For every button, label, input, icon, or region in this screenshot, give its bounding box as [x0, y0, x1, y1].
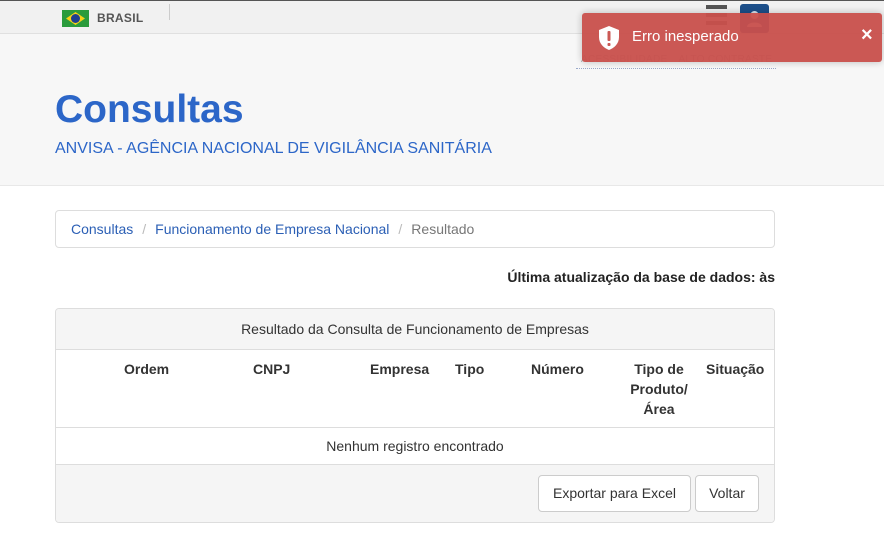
last-update-text: Última atualização da base de dados: às — [507, 269, 775, 285]
result-panel: Resultado da Consulta de Funcionamento d… — [55, 308, 775, 523]
column-header-tipo[interactable]: Tipo — [455, 359, 484, 379]
export-excel-button[interactable]: Exportar para Excel — [538, 475, 691, 512]
breadcrumb-link-funcionamento[interactable]: Funcionamento de Empresa Nacional — [155, 221, 389, 237]
column-header-tipo-produto[interactable]: Tipo de Produto/ Área — [624, 359, 694, 419]
page-title[interactable]: Consultas — [55, 88, 244, 132]
breadcrumb: Consultas / Funcionamento de Empresa Nacio… — [55, 210, 775, 248]
shield-exclamation-icon — [597, 25, 621, 51]
panel-title: Resultado da Consulta de Funcionamento d… — [56, 309, 774, 350]
column-header-line: Tipo de — [634, 361, 684, 377]
close-icon[interactable]: × — [861, 23, 873, 47]
panel-footer: Exportar para Excel Voltar — [56, 465, 774, 522]
column-header-empresa[interactable]: Empresa — [370, 359, 429, 379]
column-header-numero[interactable]: Número — [531, 359, 584, 379]
error-toast: Erro inesperado × — [582, 13, 882, 62]
column-header-ordem[interactable]: Ordem — [124, 359, 169, 379]
toast-message: Erro inesperado — [632, 28, 739, 45]
empty-table-message: Nenhum registro encontrado — [56, 428, 774, 465]
country-label[interactable]: BRASIL — [97, 11, 143, 25]
page-subtitle: ANVISA - AGÊNCIA NACIONAL DE VIGILÂNCIA … — [55, 140, 492, 157]
column-header-cnpj[interactable]: CNPJ — [253, 359, 290, 379]
breadcrumb-separator: / — [142, 221, 147, 237]
brazil-flag-icon — [62, 10, 89, 27]
divider — [169, 4, 170, 20]
column-header-line: Produto/ — [630, 381, 688, 397]
column-header-situacao[interactable]: Situação — [706, 359, 764, 379]
breadcrumb-current: Resultado — [411, 221, 475, 237]
breadcrumb-link-consultas[interactable]: Consultas — [71, 221, 133, 237]
back-button[interactable]: Voltar — [695, 475, 759, 512]
column-header-line: Área — [643, 401, 675, 417]
divider — [576, 68, 776, 69]
breadcrumb-separator: / — [398, 221, 403, 237]
table-header: Ordem CNPJ Empresa Tipo Número Tipo de P… — [56, 350, 774, 428]
